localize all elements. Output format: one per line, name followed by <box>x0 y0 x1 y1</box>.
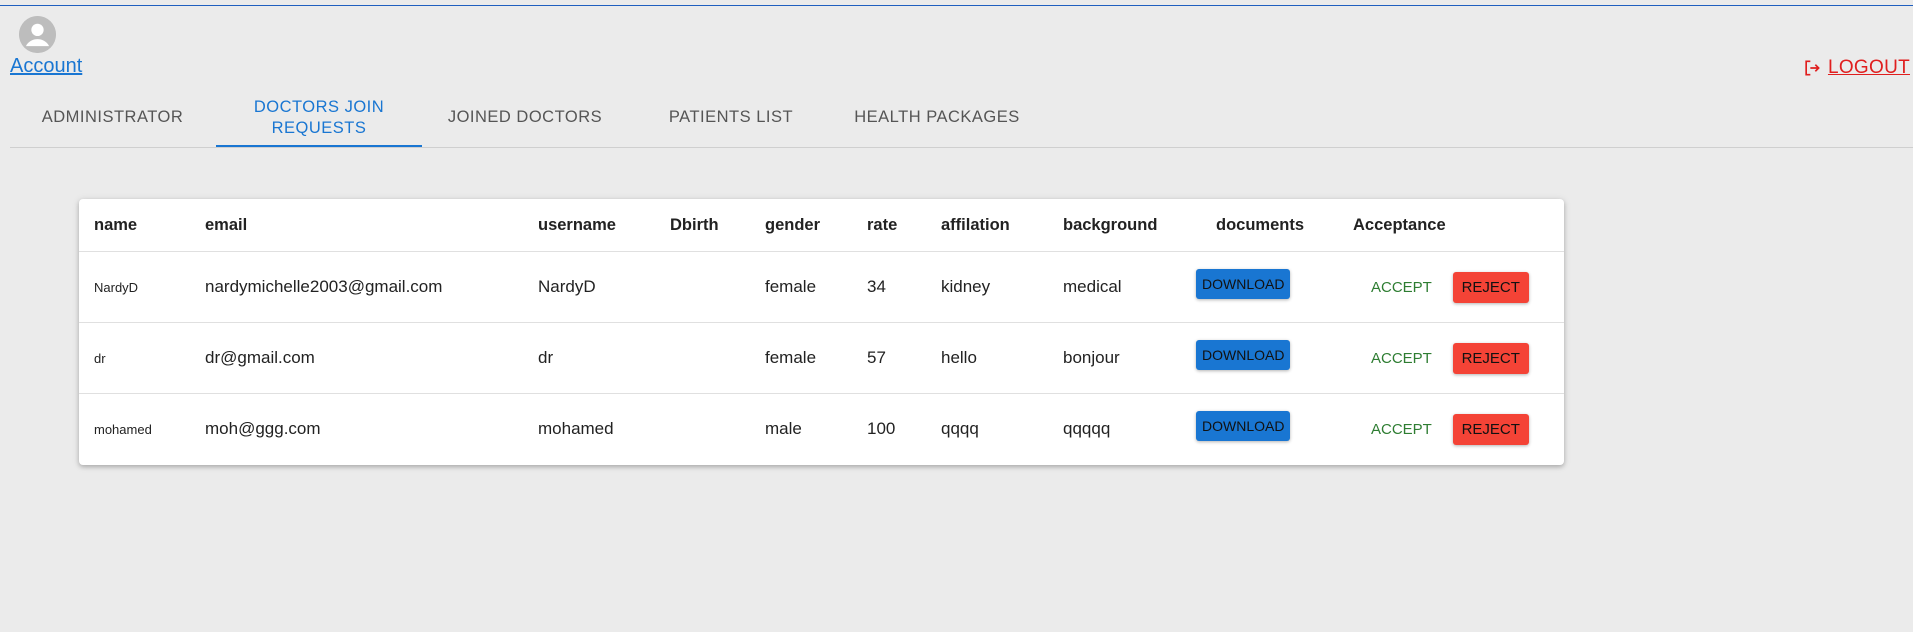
column-header-gender: gender <box>750 199 852 252</box>
cell-affilation: hello <box>926 322 1048 394</box>
column-header-username: username <box>523 199 655 252</box>
tab-doctors-join-requests[interactable]: DOCTORS JOIN REQUESTS <box>216 88 422 147</box>
doctor-requests-table: name email username Dbirth gender rate a… <box>79 199 1564 465</box>
cell-email: moh@ggg.com <box>205 419 321 438</box>
cell-documents: DOWNLOAD <box>1182 322 1338 394</box>
reject-button[interactable]: REJECT <box>1452 342 1529 374</box>
reject-button[interactable]: REJECT <box>1452 271 1529 303</box>
cell-background: bonjour <box>1048 322 1182 394</box>
cell-username: NardyD <box>523 251 655 323</box>
table-row: mohamed moh@ggg.com mohamed male 100 qqq… <box>79 394 1564 465</box>
cell-gender: female <box>750 322 852 394</box>
cell-rate: 34 <box>852 251 926 323</box>
cell-acceptance: ACCEPT REJECT <box>1338 322 1564 394</box>
download-button[interactable]: DOWNLOAD <box>1196 340 1291 370</box>
cell-username: dr <box>523 322 655 394</box>
accept-button[interactable]: ACCEPT <box>1361 415 1442 444</box>
reject-button[interactable]: REJECT <box>1452 413 1529 445</box>
logout-button[interactable]: LOGOUT <box>1802 57 1910 79</box>
account-link[interactable]: Account <box>10 55 82 78</box>
table-row: dr dr@gmail.com dr female 57 hello bonjo… <box>79 322 1564 394</box>
download-button[interactable]: DOWNLOAD <box>1196 411 1291 441</box>
cell-gender: male <box>765 419 802 438</box>
tab-joined-doctors[interactable]: JOINED DOCTORS <box>422 88 628 147</box>
cell-dbirth <box>655 251 750 323</box>
column-header-affilation: affilation <box>926 199 1048 252</box>
table-row: NardyD nardymichelle2003@gmail.com Nardy… <box>79 251 1564 323</box>
logout-label: LOGOUT <box>1827 57 1910 78</box>
tab-bar: ADMINISTRATOR DOCTORS JOIN REQUESTS JOIN… <box>10 88 1913 148</box>
tab-health-packages[interactable]: HEALTH PACKAGES <box>834 88 1040 147</box>
column-header-rate: rate <box>852 199 926 252</box>
tab-administrator[interactable]: ADMINISTRATOR <box>10 88 215 147</box>
cell-username: mohamed <box>538 419 614 438</box>
cell-email: dr@gmail.com <box>190 322 523 394</box>
cell-background: medical <box>1048 251 1182 323</box>
cell-name: mohamed <box>94 421 152 437</box>
cell-background: qqqqq <box>1063 419 1111 438</box>
cell-affilation: qqqq <box>941 419 979 438</box>
column-header-dbirth: Dbirth <box>655 199 750 252</box>
cell-dbirth <box>655 322 750 394</box>
cell-dbirth <box>655 394 750 465</box>
table-header-row: name email username Dbirth gender rate a… <box>79 199 1564 252</box>
cell-acceptance: ACCEPT REJECT <box>1338 251 1564 323</box>
cell-documents: DOWNLOAD <box>1182 394 1338 465</box>
accept-button[interactable]: ACCEPT <box>1361 344 1442 373</box>
cell-gender: female <box>750 251 852 323</box>
column-header-name: name <box>79 199 190 252</box>
active-tab-indicator <box>216 145 422 147</box>
top-divider <box>0 5 1913 6</box>
cell-email: nardymichelle2003@gmail.com <box>190 251 523 323</box>
column-header-acceptance: Acceptance <box>1338 199 1564 252</box>
cell-rate: 100 <box>867 419 896 438</box>
tab-patients-list[interactable]: PATIENTS LIST <box>628 88 834 147</box>
column-header-email: email <box>190 199 523 252</box>
accept-button[interactable]: ACCEPT <box>1361 273 1442 302</box>
cell-acceptance: ACCEPT REJECT <box>1338 394 1564 465</box>
column-header-documents: documents <box>1182 199 1338 252</box>
column-header-background: background <box>1048 199 1182 252</box>
cell-name: NardyD <box>79 251 190 323</box>
account-circle-icon[interactable] <box>19 16 56 53</box>
cell-documents: DOWNLOAD <box>1182 251 1338 323</box>
cell-rate: 57 <box>852 322 926 394</box>
logout-icon <box>1805 60 1820 76</box>
cell-affilation: kidney <box>926 251 1048 323</box>
cell-name: dr <box>79 322 190 394</box>
download-button[interactable]: DOWNLOAD <box>1196 269 1291 299</box>
